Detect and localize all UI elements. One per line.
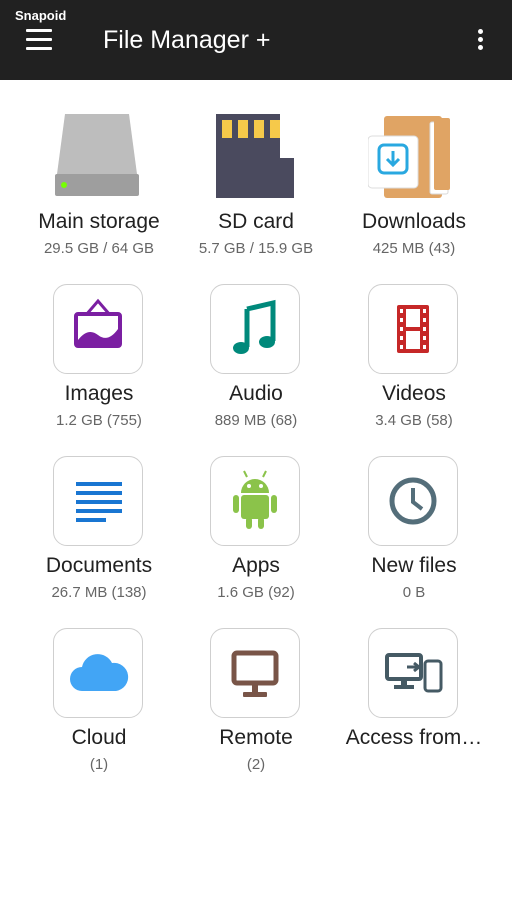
tile-cloud[interactable]: Cloud (1) bbox=[20, 614, 178, 786]
tile-label: Audio bbox=[229, 382, 283, 405]
tile-label: Main storage bbox=[38, 210, 160, 233]
tile-audio[interactable]: Audio 889 MB (68) bbox=[177, 270, 335, 442]
tile-usage: 5.7 GB / 15.9 GB bbox=[198, 240, 314, 257]
tile-count: (1) bbox=[89, 756, 109, 773]
tile-usage: 0 B bbox=[402, 584, 426, 601]
tile-usage: 425 MB (43) bbox=[372, 240, 456, 257]
page-title: File Manager + bbox=[103, 26, 271, 54]
tile-label: Images bbox=[64, 382, 134, 405]
android-icon bbox=[210, 456, 300, 546]
tile-downloads[interactable]: Downloads 425 MB (43) bbox=[335, 98, 493, 270]
tile-usage: 1.6 GB (92) bbox=[217, 584, 295, 601]
tile-label: Apps bbox=[232, 554, 280, 577]
tile-label: Remote bbox=[219, 726, 293, 749]
cloud-icon bbox=[53, 628, 143, 718]
tile-label: SD card bbox=[218, 210, 294, 233]
monitor-icon bbox=[210, 628, 300, 718]
tile-label: Documents bbox=[45, 554, 153, 577]
document-icon bbox=[53, 456, 143, 546]
app-badge: Snapoid bbox=[15, 8, 67, 23]
clock-icon bbox=[368, 456, 458, 546]
tile-documents[interactable]: Documents 26.7 MB (138) bbox=[20, 442, 178, 614]
tile-usage: 1.2 GB (755) bbox=[56, 412, 142, 429]
downloads-folder-icon bbox=[367, 112, 456, 200]
tile-usage: 26.7 MB (138) bbox=[51, 584, 147, 601]
tile-label: Downloads bbox=[362, 210, 466, 233]
tile-new-files[interactable]: New files 0 B bbox=[335, 442, 493, 614]
tile-count: (2) bbox=[246, 756, 266, 773]
hamburger-menu-icon[interactable] bbox=[23, 27, 55, 53]
music-note-icon bbox=[210, 284, 300, 374]
tile-label: Videos bbox=[382, 382, 446, 405]
tile-label: Access from… bbox=[345, 726, 483, 749]
tile-access-from[interactable]: Access from… bbox=[335, 614, 493, 786]
more-options-icon[interactable] bbox=[466, 26, 494, 54]
tile-usage: 29.5 GB / 64 GB bbox=[43, 240, 155, 257]
tile-apps[interactable]: Apps 1.6 GB (92) bbox=[177, 442, 335, 614]
tile-main-storage[interactable]: Main storage 29.5 GB / 64 GB bbox=[20, 98, 178, 270]
tile-label: Cloud bbox=[71, 726, 127, 749]
hard-drive-icon bbox=[53, 112, 141, 200]
tile-usage: 889 MB (68) bbox=[214, 412, 298, 429]
film-icon bbox=[368, 284, 458, 374]
devices-icon bbox=[368, 628, 458, 718]
sd-card-icon bbox=[210, 112, 298, 200]
tile-label: New files bbox=[371, 554, 457, 577]
tile-sd-card[interactable]: SD card 5.7 GB / 15.9 GB bbox=[177, 98, 335, 270]
tile-videos[interactable]: Videos 3.4 GB (58) bbox=[335, 270, 493, 442]
tile-usage: 3.4 GB (58) bbox=[375, 412, 453, 429]
tile-images[interactable]: Images 1.2 GB (755) bbox=[20, 270, 178, 442]
top-app-bar: Snapoid File Manager + bbox=[0, 0, 512, 80]
tile-remote[interactable]: Remote (2) bbox=[177, 614, 335, 786]
image-icon bbox=[53, 284, 143, 374]
